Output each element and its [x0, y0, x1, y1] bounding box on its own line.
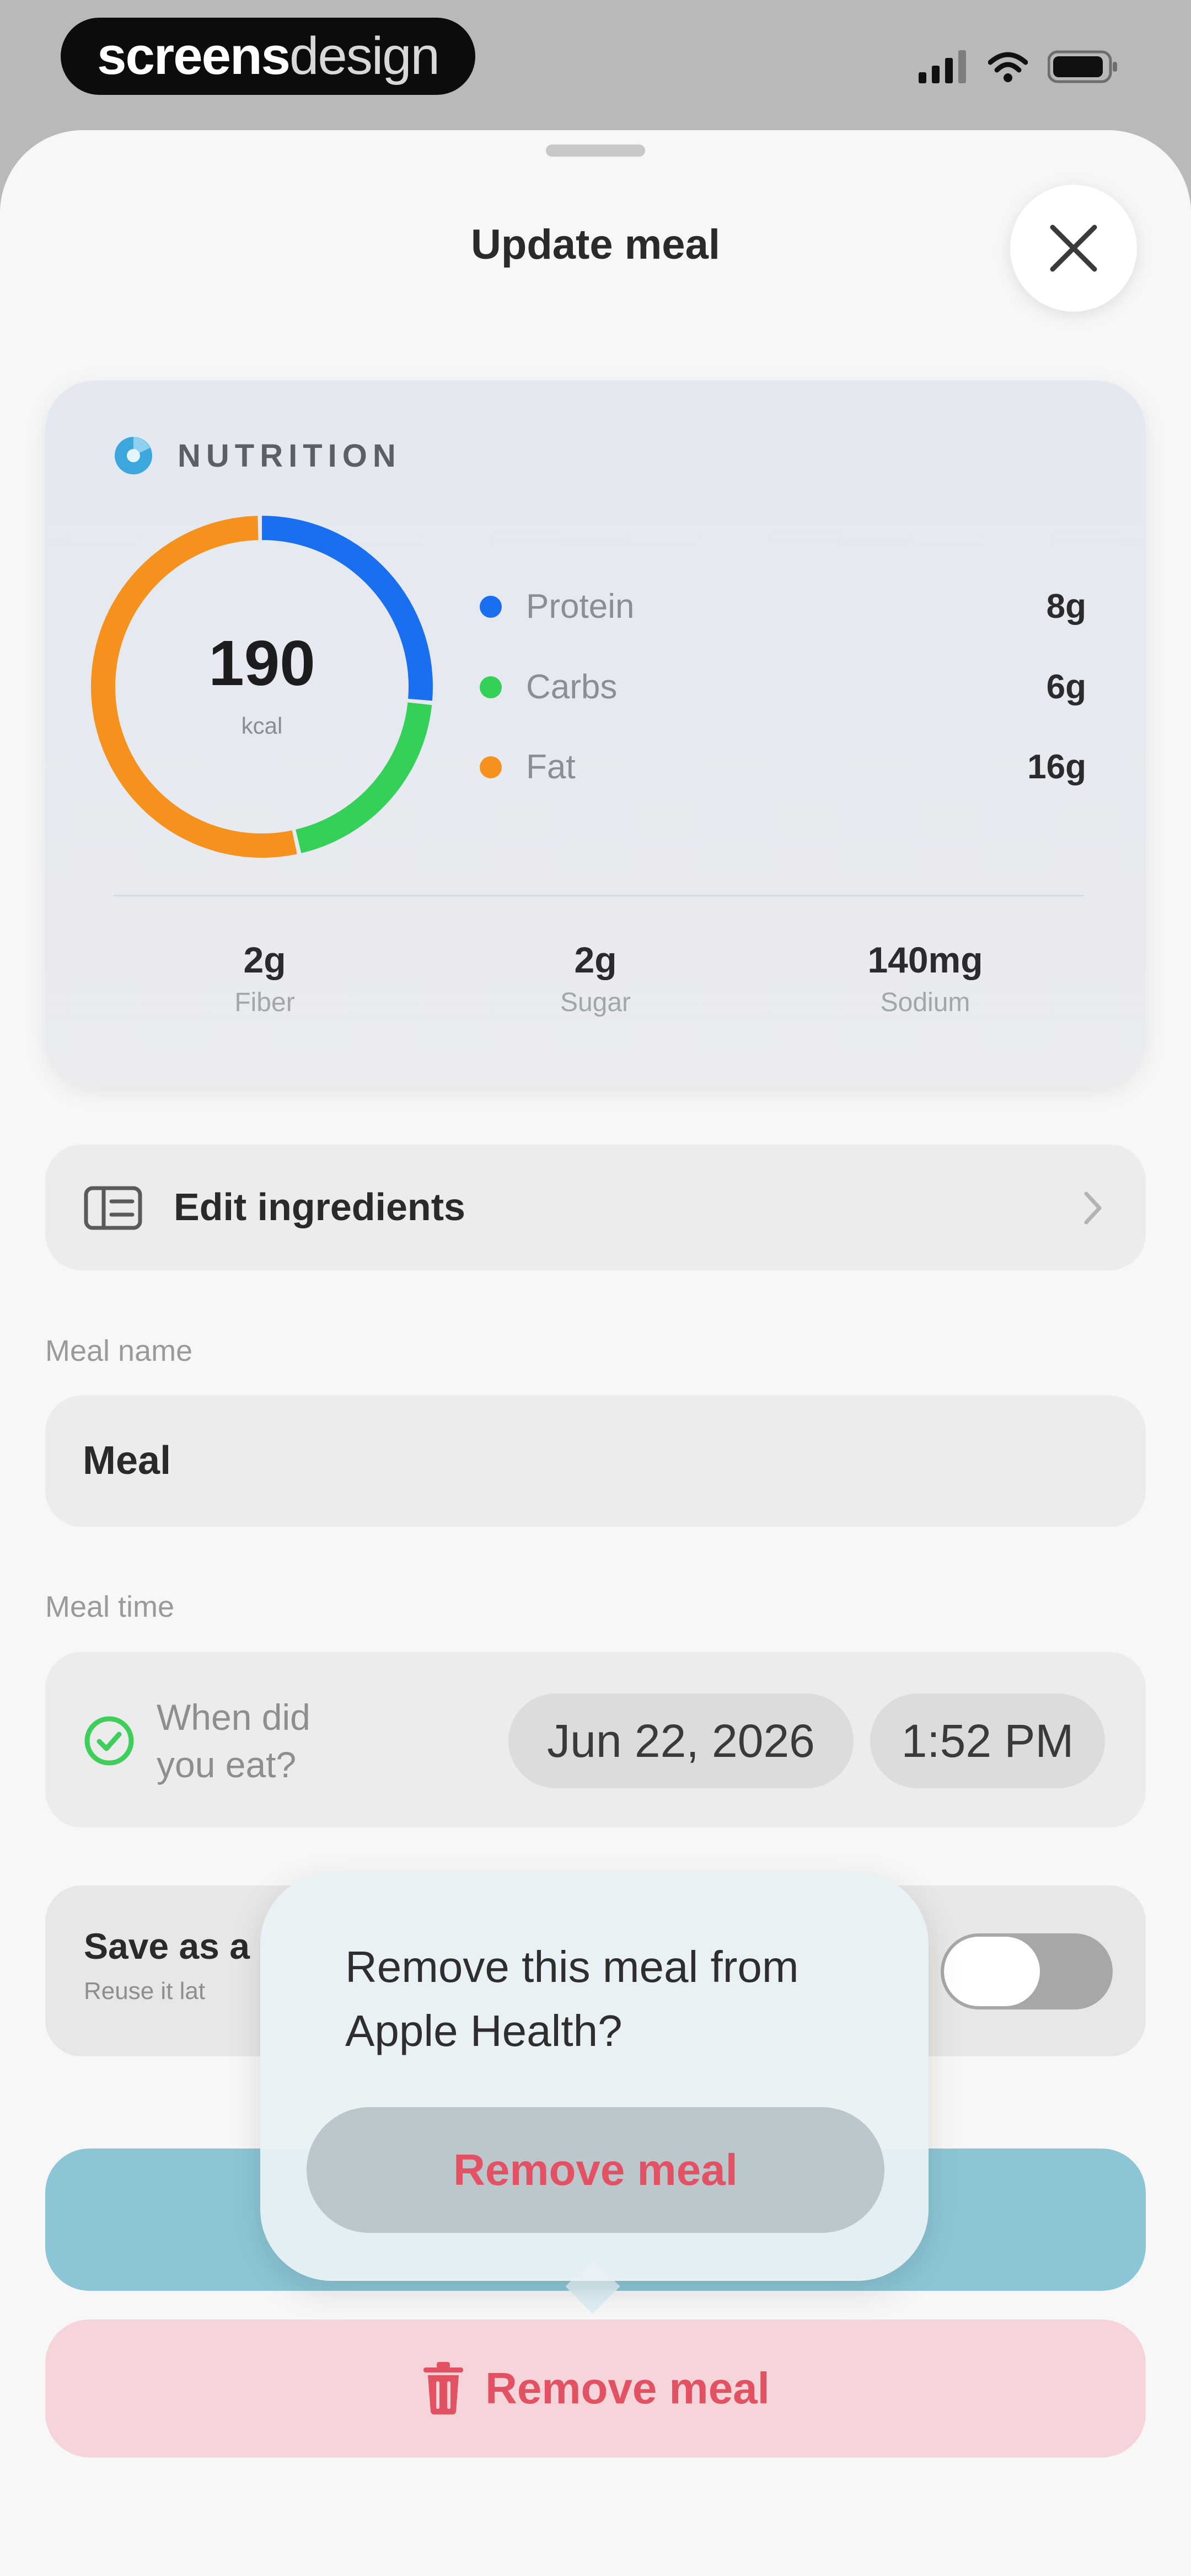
stat-value: 2g: [243, 939, 286, 980]
brand-watermark: screens design: [61, 18, 475, 95]
popover-message: Remove this meal from Apple Health?: [345, 1935, 886, 2063]
meal-time-prompt-line1: When did: [157, 1697, 310, 1738]
meal-time-label: Meal time: [45, 1590, 175, 1623]
macro-name: Protein: [526, 587, 635, 626]
stat-value: 140mg: [867, 939, 983, 980]
confirm-remove-meal-button[interactable]: Remove meal: [307, 2107, 884, 2233]
stat-label: Sugar: [560, 988, 631, 1017]
macro-name: Fat: [526, 748, 576, 786]
save-as-favorite-title: Save as a: [84, 1926, 250, 1966]
nutrition-header: NUTRITION: [114, 436, 401, 475]
date-picker-chip[interactable]: Jun 22, 2026: [508, 1693, 854, 1788]
macro-name: Carbs: [526, 668, 618, 706]
macro-value: 8g: [1046, 587, 1086, 626]
protein-dot: [480, 595, 502, 618]
popover-message-line1: Remove this meal from: [345, 1942, 799, 1991]
meal-time-prompt-line2: you eat?: [157, 1744, 297, 1785]
nutrition-divider: [114, 895, 1084, 896]
nutrition-section-label: NUTRITION: [178, 437, 401, 474]
battery-icon: [1048, 50, 1117, 83]
stat-sodium: 140mg Sodium: [815, 939, 1036, 1018]
close-icon: [1050, 225, 1097, 272]
calories-value: 190: [208, 627, 315, 699]
ingredients-list-icon: [84, 1186, 142, 1230]
stat-label: Sodium: [880, 988, 970, 1017]
macro-value: 16g: [1027, 748, 1086, 786]
meal-name-label: Meal name: [45, 1334, 193, 1367]
close-button[interactable]: [1010, 185, 1137, 312]
remove-meal-label: Remove meal: [485, 2364, 770, 2413]
stat-value: 2g: [574, 939, 617, 980]
macro-value: 6g: [1046, 668, 1086, 706]
popover-message-line2: Apple Health?: [345, 2006, 623, 2055]
time-picker-chip[interactable]: 1:52 PM: [870, 1693, 1105, 1788]
fat-dot: [480, 756, 502, 778]
save-as-favorite-subtitle: Reuse it lat: [84, 1978, 206, 2005]
wifi-icon: [988, 52, 1028, 82]
macro-row-fat: Fat 16g: [480, 747, 1086, 787]
meal-name-value: Meal: [83, 1439, 171, 1483]
remove-meal-button[interactable]: Remove meal: [45, 2320, 1146, 2457]
confirm-remove-label: Remove meal: [453, 2145, 738, 2194]
cellular-signal-icon: [919, 50, 966, 83]
brand-text-light: design: [289, 26, 440, 85]
brand-text-bold: screens: [97, 26, 291, 85]
stat-label: Fiber: [234, 988, 295, 1017]
calories-unit: kcal: [241, 713, 283, 739]
check-circle-icon: [84, 1716, 134, 1766]
stat-sugar: 2g Sugar: [485, 939, 706, 1018]
nutrition-icon: [115, 437, 152, 474]
status-icons: [919, 50, 1119, 84]
trash-icon: [423, 2362, 464, 2414]
macro-row-protein: Protein 8g: [480, 587, 1086, 626]
edit-ingredients-label: Edit ingredients: [174, 1185, 465, 1228]
toggle-knob: [944, 1937, 1040, 2006]
macro-row-carbs: Carbs 6g: [480, 667, 1086, 707]
meal-time-prompt: When did you eat?: [157, 1693, 399, 1788]
sheet-grabber[interactable]: [546, 145, 645, 157]
stat-fiber: 2g Fiber: [154, 939, 375, 1018]
chevron-right-icon: [1084, 1191, 1102, 1225]
meal-name-field[interactable]: [45, 1396, 1146, 1527]
carbs-dot: [480, 676, 502, 698]
